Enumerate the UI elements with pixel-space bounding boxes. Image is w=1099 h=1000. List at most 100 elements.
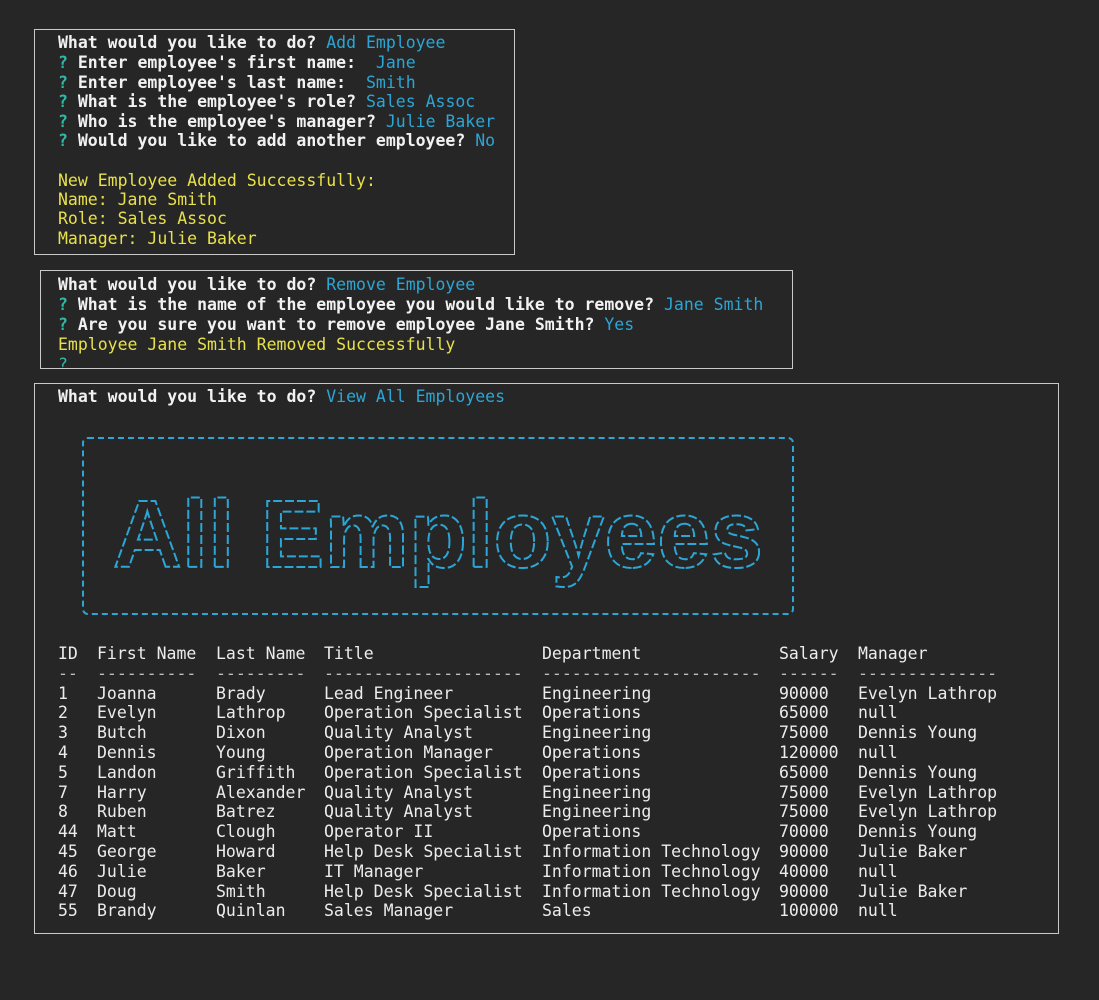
table-header-row: ID First Name Last Name Title Department… xyxy=(58,644,928,664)
question-text: Are you sure you want to remove employee… xyxy=(77,315,595,334)
cell-manager: null xyxy=(858,703,898,723)
cell-salary: 65000 xyxy=(779,703,829,723)
table-row: 7 Harry Alexander Quality Analyst Engineerin… xyxy=(58,783,997,803)
table-row: 5 Landon Griffith Operation Specialist Opera… xyxy=(58,763,977,783)
cell-salary: 100000 xyxy=(779,901,839,921)
question-line: ? Would you like to add another employee… xyxy=(58,131,495,151)
table-row: 44 Matt Clough Operator II Operations 70000 De… xyxy=(58,822,977,842)
header-manager: Manager xyxy=(858,644,928,663)
cell-first-name: Landon xyxy=(97,762,157,782)
header-department: Department xyxy=(542,644,642,663)
table-row: 55 Brandy Quinlan Sales Manager Sales 100000 n… xyxy=(58,901,898,921)
question-mark-icon: ? xyxy=(58,53,68,72)
cell-id: 1 xyxy=(58,683,68,703)
cell-last-name: Lathrop xyxy=(216,703,286,723)
cell-title: Operation Manager xyxy=(324,742,493,762)
cell-title: Sales Manager xyxy=(324,901,454,921)
question-mark-icon: ? xyxy=(58,112,68,131)
header-salary: Salary xyxy=(779,644,839,663)
question-mark-icon: ? xyxy=(58,315,68,334)
add-employee-panel: What would you like to do? Add Employee … xyxy=(34,29,515,255)
cell-last-name: Clough xyxy=(216,822,276,842)
success-heading: New Employee Added Successfully: xyxy=(58,171,376,190)
prompt-text: What would you like to do? xyxy=(58,33,317,52)
question-line: ? Enter employee's first name: Jane xyxy=(58,53,416,73)
separator: -------------------- xyxy=(324,663,523,683)
banner-text: All Employees xyxy=(113,481,763,588)
cell-department: Operations xyxy=(542,703,642,723)
question-text: Who is the employee's manager? xyxy=(77,112,376,131)
question-text: What is the employee's role? xyxy=(77,92,357,111)
cell-department: Engineering xyxy=(542,782,652,802)
result-name: Name: Jane Smith xyxy=(58,190,217,209)
cell-manager: null xyxy=(858,901,898,921)
cell-last-name: Baker xyxy=(216,861,266,881)
separator: ------ xyxy=(779,663,839,683)
cell-salary: 90000 xyxy=(779,881,829,901)
cell-department: Operations xyxy=(542,762,642,782)
cell-department: Information Technology xyxy=(542,841,761,861)
cell-salary: 90000 xyxy=(779,841,829,861)
table-row: 1 Joanna Brady Lead Engineer Engineering 9000… xyxy=(58,683,997,704)
cell-salary: 120000 xyxy=(779,742,839,762)
cell-first-name: Harry xyxy=(97,782,147,802)
prompt-text: What would you like to do? xyxy=(58,275,317,294)
cell-first-name: Ruben xyxy=(97,802,147,822)
prompt-line: What would you like to do? Remove Employ… xyxy=(58,275,475,295)
cell-manager: Dennis Young xyxy=(858,723,978,743)
cell-first-name: Matt xyxy=(97,822,137,842)
table-row: 3 Butch Dixon Quality Analyst Engineering 750… xyxy=(58,723,977,743)
question-mark-icon: ? xyxy=(58,92,68,111)
cell-first-name: Evelyn xyxy=(97,703,157,723)
question-text: Enter employee's last name: xyxy=(77,73,357,92)
header-id: ID xyxy=(58,644,78,663)
cell-manager: null xyxy=(858,742,898,762)
cell-last-name: Howard xyxy=(216,841,276,861)
cell-department: Sales xyxy=(542,901,592,921)
cell-title: Quality Analyst xyxy=(324,802,474,822)
cell-department: Engineering xyxy=(542,802,652,822)
cell-manager: Julie Baker xyxy=(858,841,968,861)
table-body: 1 Joanna Brady Lead Engineer Engineering 9000… xyxy=(58,683,997,922)
table-row: 4 Dennis Young Operation Manager Operations 1… xyxy=(58,743,898,763)
cell-salary: 65000 xyxy=(779,762,829,782)
question-line: ? What is the name of the employee you w… xyxy=(58,295,763,315)
ascii-banner: All Employees xyxy=(82,437,794,615)
cell-id: 45 xyxy=(58,841,78,861)
question-text: Would you like to add another employee? xyxy=(77,131,466,150)
cell-manager: Dennis Young xyxy=(858,822,978,842)
cell-last-name: Griffith xyxy=(216,762,296,782)
answer-text: Julie Baker xyxy=(385,112,496,131)
prompt-line: What would you like to do? Add Employee xyxy=(58,33,445,53)
cell-manager: Julie Baker xyxy=(858,881,968,901)
cell-last-name: Young xyxy=(216,742,266,762)
result-role: Role: Sales Assoc xyxy=(58,209,227,228)
cell-title: Operation Specialist xyxy=(324,703,523,723)
question-mark-icon: ? xyxy=(58,295,68,314)
cell-title: Operation Specialist xyxy=(324,762,523,782)
prompt-text: What would you like to do? xyxy=(58,387,317,406)
cell-id: 8 xyxy=(58,802,68,822)
cell-department: Operations xyxy=(542,822,642,842)
question-mark-icon: ? xyxy=(58,131,68,150)
cell-title: Quality Analyst xyxy=(324,782,474,802)
header-last-name: Last Name xyxy=(216,644,306,663)
cell-salary: 75000 xyxy=(779,723,829,743)
cell-department: Engineering xyxy=(542,723,652,743)
cell-title: Help Desk Specialist xyxy=(324,881,523,901)
cell-department: Information Technology xyxy=(542,881,761,901)
prompt-cursor: ? xyxy=(58,355,68,369)
cell-first-name: Butch xyxy=(97,723,147,743)
cell-title: Lead Engineer xyxy=(324,683,454,703)
cell-department: Information Technology xyxy=(542,861,761,881)
answer-text: Sales Assoc xyxy=(365,92,476,111)
separator: ---------------------- xyxy=(542,663,761,683)
cell-first-name: George xyxy=(97,841,157,861)
cell-last-name: Batrez xyxy=(216,802,276,822)
table-row: 46 Julie Baker IT Manager Information Techno… xyxy=(58,862,898,882)
cell-id: 44 xyxy=(58,822,78,842)
cell-salary: 75000 xyxy=(779,802,829,822)
employees-table: ID First Name Last Name Title Department… xyxy=(58,644,997,922)
cell-manager: Dennis Young xyxy=(858,762,978,782)
cell-last-name: Dixon xyxy=(216,723,266,743)
